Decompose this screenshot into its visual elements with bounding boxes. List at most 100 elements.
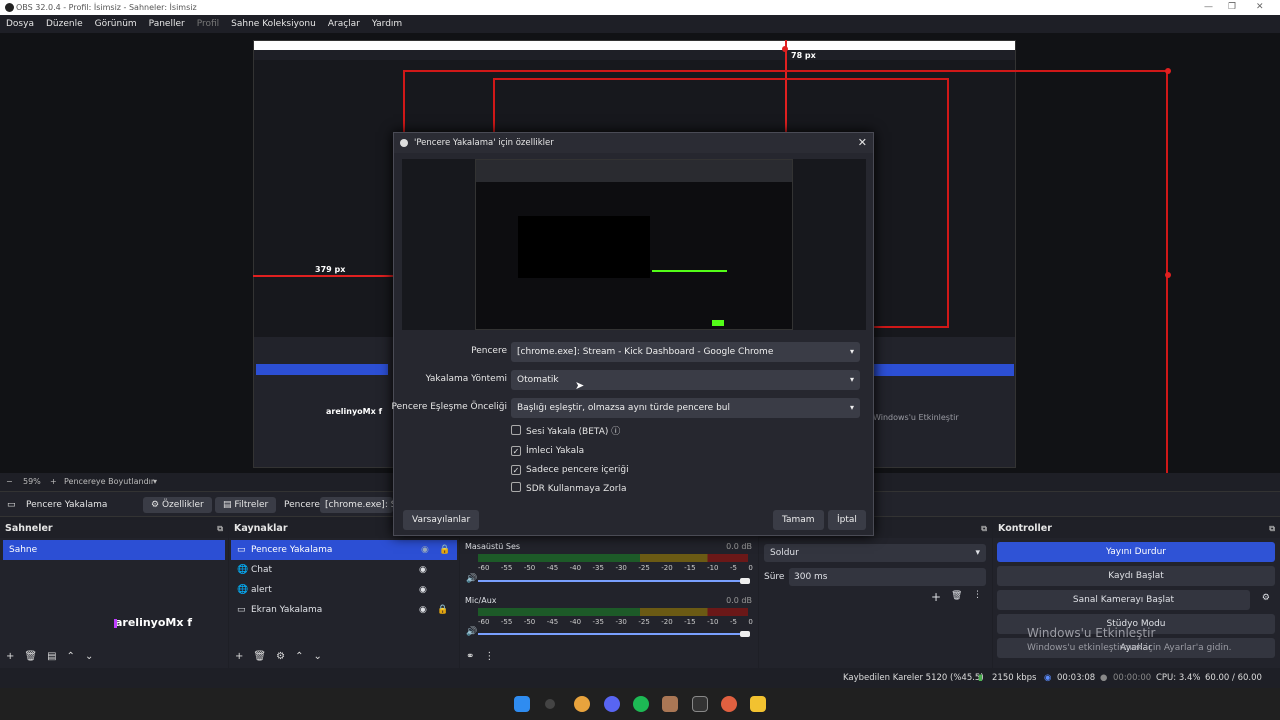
- checkbox-box[interactable]: [511, 482, 521, 492]
- start-recording-button[interactable]: Kaydı Başlat: [997, 566, 1275, 586]
- checkbox-box[interactable]: ✓: [511, 465, 521, 475]
- client-area-checkbox[interactable]: ✓ Sadece pencere içeriği: [511, 463, 629, 477]
- zoom-level[interactable]: 59%: [23, 473, 41, 490]
- menu-scene-collection[interactable]: Sahne Koleksiyonu: [225, 15, 322, 33]
- gear-icon[interactable]: ⚙: [1262, 593, 1270, 603]
- mixer-channel-db: 0.0 dB: [726, 596, 752, 605]
- lock-icon[interactable]: 🔒: [439, 540, 450, 560]
- menu-file[interactable]: Dosya: [0, 15, 40, 33]
- maximize-button[interactable]: ❐: [1228, 0, 1236, 15]
- ok-button[interactable]: Tamam: [773, 510, 824, 530]
- file-explorer-icon[interactable]: [750, 696, 766, 712]
- source-item[interactable]: 🌐 Chat ◉: [229, 560, 459, 580]
- menu-profile[interactable]: Profil: [191, 15, 225, 33]
- source-item[interactable]: 🌐 alert ◉: [229, 580, 459, 600]
- source-item[interactable]: ▭ Pencere Yakalama ◉ 🔒: [231, 540, 457, 560]
- trash-icon[interactable]: 🗑: [253, 651, 266, 662]
- app-icon[interactable]: [662, 696, 678, 712]
- menu-dots-icon[interactable]: ⋮: [973, 590, 982, 600]
- speaker-icon[interactable]: 🔊: [466, 574, 477, 584]
- menu-tools[interactable]: Araçlar: [322, 15, 366, 33]
- down-icon[interactable]: ⌄: [85, 651, 93, 662]
- volume-slider[interactable]: [478, 633, 748, 635]
- undock-icon[interactable]: ⧉: [1269, 520, 1275, 538]
- zoom-plus-icon[interactable]: +: [50, 473, 57, 490]
- menu-docks[interactable]: Paneller: [143, 15, 191, 33]
- stop-streaming-button[interactable]: Yayını Durdur: [997, 542, 1275, 562]
- eye-icon[interactable]: ◉: [419, 600, 427, 620]
- checkbox-box[interactable]: ✓: [511, 446, 521, 456]
- captured-window-thumbnail: [475, 159, 793, 330]
- window-select[interactable]: [chrome.exe]: Stream - Kick Dashboard - …: [511, 342, 860, 362]
- up-icon[interactable]: ⌃: [67, 651, 75, 662]
- menu-dots-icon[interactable]: ⋮: [484, 651, 494, 662]
- add-icon[interactable]: +: [6, 651, 14, 662]
- speaker-icon[interactable]: 🔊: [466, 627, 477, 637]
- trash-icon[interactable]: 🗑: [24, 651, 37, 662]
- discord-icon[interactable]: [604, 696, 620, 712]
- zoom-minus-icon[interactable]: −: [6, 473, 13, 490]
- close-window-button[interactable]: ✕: [1256, 0, 1264, 15]
- volume-slider-knob[interactable]: [740, 578, 750, 584]
- up-icon[interactable]: ⌃: [295, 651, 303, 662]
- volume-slider[interactable]: [478, 580, 748, 582]
- capture-cursor-checkbox[interactable]: ✓ İmleci Yakala: [511, 444, 584, 458]
- checkbox-box[interactable]: [511, 425, 521, 435]
- undock-icon[interactable]: ⧉: [217, 520, 223, 538]
- zoom-fit-select[interactable]: Pencereye Boyutlandır: [64, 473, 154, 490]
- start-virtual-camera-button[interactable]: Sanal Kamerayı Başlat: [997, 590, 1250, 610]
- chrome-alt-icon[interactable]: [721, 696, 737, 712]
- close-icon[interactable]: ✕: [858, 133, 867, 153]
- gear-icon[interactable]: ⚙: [276, 651, 285, 662]
- search-icon[interactable]: [545, 699, 555, 709]
- menu-edit[interactable]: Düzenle: [40, 15, 89, 33]
- selected-source-name: Pencere Yakalama: [26, 500, 108, 510]
- minimize-button[interactable]: —: [1204, 0, 1213, 15]
- transform-handle[interactable]: [782, 46, 788, 52]
- chevron-down-icon[interactable]: ▾: [153, 473, 157, 490]
- force-sdr-checkbox[interactable]: SDR Kullanmaya Zorla: [511, 482, 627, 496]
- controls-title: Kontroller: [998, 523, 1052, 534]
- source-label: alert: [251, 585, 272, 595]
- capture-method-select[interactable]: Otomatik ▾: [511, 370, 860, 390]
- windows-start-icon[interactable]: [514, 696, 530, 712]
- menu-view[interactable]: Görünüm: [89, 15, 143, 33]
- link-icon[interactable]: ⚭: [466, 651, 474, 662]
- lock-icon[interactable]: 🔒: [437, 600, 448, 620]
- add-icon[interactable]: +: [235, 651, 243, 662]
- transform-handle[interactable]: [1165, 272, 1171, 278]
- eye-icon[interactable]: ◉: [419, 580, 427, 600]
- help-icon[interactable]: ⓘ: [608, 427, 620, 437]
- eye-icon[interactable]: ◉: [421, 540, 429, 560]
- add-icon[interactable]: +: [931, 590, 941, 604]
- scenes-title: Sahneler: [5, 523, 53, 534]
- capture-audio-checkbox[interactable]: Sesi Yakala (BETA) ⓘ: [511, 425, 620, 439]
- volume-slider-knob[interactable]: [740, 631, 750, 637]
- match-priority-select[interactable]: Başlığı eşleştir, olmazsa aynı türde pen…: [511, 398, 860, 418]
- source-label: Pencere Yakalama: [251, 545, 333, 555]
- chrome-icon[interactable]: [574, 696, 590, 712]
- cancel-button[interactable]: İptal: [828, 510, 866, 530]
- undock-icon[interactable]: ⧉: [981, 520, 987, 538]
- source-item[interactable]: ▭ Ekran Yakalama ◉ 🔒: [229, 600, 459, 620]
- eye-icon[interactable]: ◉: [419, 560, 427, 580]
- menu-help[interactable]: Yardım: [366, 15, 408, 33]
- window-select-value: [chrome.exe]: Stream - Kick Dashboard - …: [517, 347, 774, 357]
- scene-item[interactable]: Sahne: [3, 540, 225, 560]
- stream-time: 00:03:08: [1057, 673, 1096, 683]
- spotify-icon[interactable]: [633, 696, 649, 712]
- properties-button[interactable]: ⚙ Özellikler: [143, 497, 212, 513]
- obs-icon[interactable]: [692, 696, 708, 712]
- chevron-down-icon: ▾: [849, 403, 854, 412]
- defaults-button[interactable]: Varsayılanlar: [403, 510, 480, 530]
- filters-button[interactable]: ▤ Filtreler: [215, 497, 277, 513]
- filter-icon[interactable]: ▤: [47, 651, 56, 662]
- trash-icon[interactable]: 🗑: [951, 591, 962, 601]
- down-icon[interactable]: ⌄: [313, 651, 321, 662]
- transform-handle[interactable]: [1165, 68, 1171, 74]
- checkbox-label: Sadece pencere içeriği: [526, 465, 629, 475]
- transition-select[interactable]: Soldur ▾: [764, 544, 986, 562]
- window-select[interactable]: [chrome.exe]: Str: [320, 497, 393, 513]
- duration-input[interactable]: 300 ms: [789, 568, 986, 586]
- controls-header: Kontroller ⧉: [993, 520, 1280, 538]
